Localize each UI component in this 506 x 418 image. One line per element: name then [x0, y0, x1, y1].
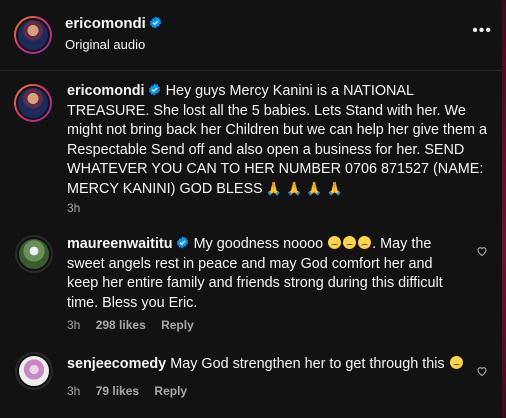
comment-likes-link[interactable]: 79 likes [96, 384, 139, 398]
comment-text-block: maureenwaititu My goodness noooo . May th… [67, 235, 467, 313]
header-avatar[interactable] [14, 16, 52, 54]
comment-avatar-maureenwaititu[interactable] [15, 235, 53, 273]
verified-badge-icon [148, 83, 160, 96]
reply-button[interactable]: Reply [161, 318, 194, 332]
caption-text-block: ericomondi Hey guys Mercy Kanini is a NAT… [67, 82, 491, 200]
comment-text: My goodness noooo [193, 236, 324, 252]
comment-meta: 3h 298 likes Reply [67, 318, 206, 332]
sad-face-emoji [449, 356, 463, 369]
comment-timestamp: 3h [67, 384, 81, 398]
reply-button[interactable]: Reply [154, 384, 187, 398]
caption-meta: 3h [67, 201, 92, 215]
comments-panel: ericomondi Original audio ••• ericomondi… [0, 0, 506, 418]
comment-username[interactable]: senjeecomedy [67, 356, 166, 372]
comment-username[interactable]: maureenwaititu [67, 236, 173, 252]
background-edge [502, 0, 506, 418]
comment-likes-link[interactable]: 298 likes [96, 318, 146, 332]
like-heart-icon[interactable] [476, 245, 488, 257]
header-username[interactable]: ericomondi [65, 15, 146, 32]
more-options-icon[interactable]: ••• [472, 22, 492, 40]
caption-username[interactable]: ericomondi [67, 83, 145, 99]
comment-meta: 3h 79 likes Reply [67, 384, 199, 398]
header-user-row: ericomondi [65, 15, 162, 33]
caption-avatar[interactable] [14, 84, 52, 122]
caption-timestamp: 3h [67, 201, 81, 215]
post-header: ericomondi Original audio ••• [0, 0, 506, 71]
verified-badge-icon [176, 236, 188, 249]
sad-face-emoji [343, 236, 357, 249]
comment-text: May God strengthen her to get through th… [170, 356, 445, 372]
praying-hands-emoji: 🙏 🙏 🙏 🙏 [265, 181, 343, 197]
verified-badge-icon [149, 16, 161, 29]
sad-face-emoji [328, 236, 342, 249]
comment-timestamp: 3h [67, 318, 81, 332]
like-heart-icon[interactable] [476, 365, 488, 377]
comment-text-block: senjeecomedy May God strengthen her to g… [67, 355, 467, 375]
sad-face-emoji [358, 236, 372, 249]
original-audio-link[interactable]: Original audio [65, 37, 145, 52]
comment-avatar-senjeecomedy[interactable] [15, 352, 53, 390]
